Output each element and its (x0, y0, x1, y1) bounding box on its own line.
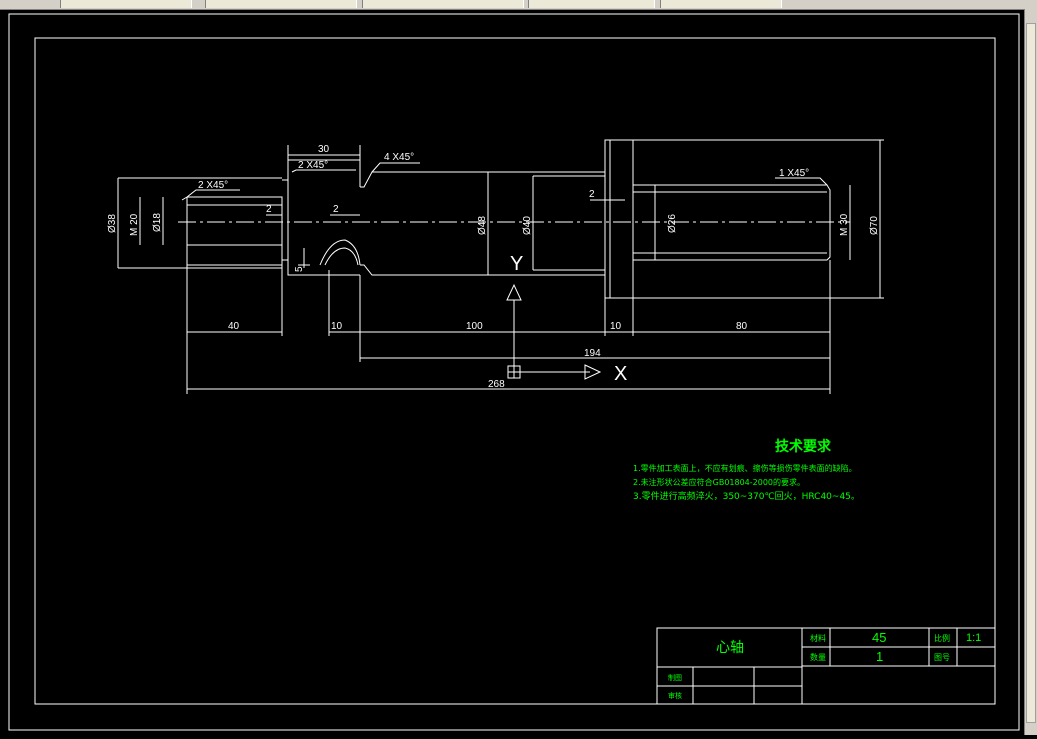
ucs-y-label: Y (510, 253, 523, 275)
notes-item-3: 3.零件进行高频淬火，350~370℃回火，HRC40~45。 (633, 490, 860, 502)
material-label: 材料 (810, 633, 826, 643)
dim-5: 5 (294, 266, 305, 272)
quantity-value: 1 (876, 649, 883, 664)
drawing-canvas[interactable]: Y X 30 2 X45° 2 X45° 4 X45° 1 X45° Ø38 M… (0, 9, 1024, 735)
dim-chamfer-2x45-left: 2 X45° (198, 180, 228, 191)
notes-title: 技术要求 (775, 438, 832, 455)
dim-268: 268 (488, 379, 505, 390)
part-name: 心轴 (716, 639, 744, 655)
scrollbar-thumb[interactable] (1026, 23, 1036, 723)
dim-m20: M 20 (129, 213, 140, 236)
drawing-no-label: 图号 (934, 653, 950, 662)
dim-2-right: 2 (589, 189, 595, 200)
dim-194: 194 (584, 348, 601, 359)
toolbar-combo-1[interactable] (60, 0, 192, 8)
dim-30: 30 (318, 144, 330, 155)
dim-100: 100 (466, 321, 483, 332)
dim-chamfer-2x45-top: 2 X45° (298, 160, 328, 171)
dim-2-left: 2 (266, 204, 272, 215)
check-label: 审核 (668, 691, 682, 700)
toolbar-combo-5[interactable] (660, 0, 782, 8)
dim-diameter-18: Ø18 (152, 213, 163, 232)
toolbar-combo-4[interactable] (528, 0, 655, 8)
ucs-x-label: X (614, 363, 627, 385)
dim-diameter-70: Ø70 (869, 216, 880, 235)
notes-item-1: 1.零件加工表面上，不应有划痕、擦伤等损伤零件表面的缺陷。 (633, 463, 857, 473)
dim-2-mid: 2 (333, 204, 339, 215)
scale-label: 比例 (934, 633, 950, 643)
vertical-scrollbar[interactable] (1024, 9, 1037, 735)
inner-border (34, 37, 996, 705)
dim-10-left: 10 (331, 321, 343, 332)
dim-diameter-48: Ø48 (477, 216, 488, 235)
dim-chamfer-1x45: 1 X45° (779, 168, 809, 179)
dim-diameter-40: Ø40 (522, 216, 533, 235)
dim-10-right: 10 (610, 321, 622, 332)
drawn-label: 制图 (668, 673, 682, 682)
dim-m30: M 30 (839, 213, 850, 236)
material-value: 45 (872, 630, 886, 645)
dim-chamfer-4x45: 4 X45° (384, 152, 414, 163)
dim-diameter-38: Ø38 (107, 214, 118, 233)
quantity-label: 数量 (810, 652, 826, 662)
dim-40: 40 (228, 321, 240, 332)
dim-diameter-26: Ø26 (667, 214, 678, 233)
scale-value: 1:1 (966, 632, 981, 644)
dim-80: 80 (736, 321, 748, 332)
shaft-outline (181, 139, 831, 299)
dimension-lines (117, 139, 884, 394)
notes-item-2: 2.未注形状公差应符合GB01804-2000的要求。 (633, 477, 805, 487)
toolbar-combo-2[interactable] (205, 0, 357, 8)
toolbar-combo-3[interactable] (362, 0, 524, 8)
